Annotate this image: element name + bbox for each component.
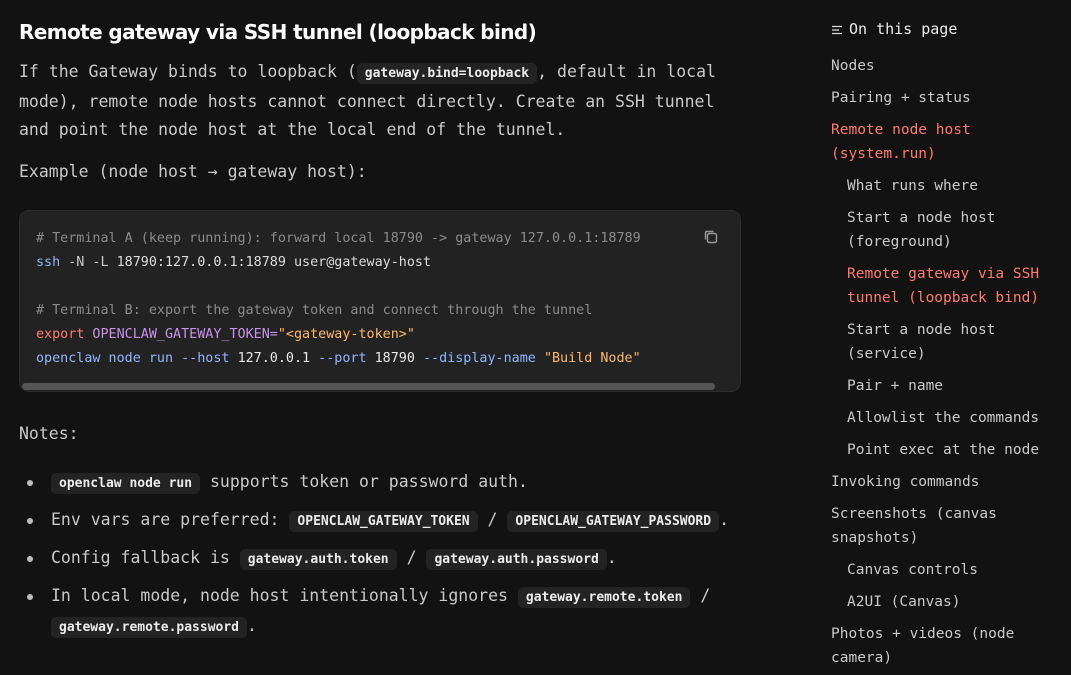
note-text: . [719,510,730,529]
code-comment: # Terminal B: export the gateway token a… [36,303,593,318]
toc-link-photos-videos[interactable]: Photos + videos (node camera) [831,622,1031,670]
toc-link-canvas-controls[interactable]: Canvas controls [847,558,1056,582]
code-content[interactable]: # Terminal A (keep running): forward loc… [36,227,676,371]
toc-link-start-node-host-foreground[interactable]: Start a node host (foreground) [847,206,1007,254]
code-comment: # Terminal A (keep running): forward loc… [36,231,641,246]
list-item: openclaw node run supports token or pass… [19,468,741,498]
inline-code: openclaw node run [51,473,201,494]
bullet [27,480,33,486]
toc-heading-label: On this page [849,20,958,38]
toc-link-what-runs-where[interactable]: What runs where [847,174,1056,198]
list-icon [832,25,842,35]
code-line: # Terminal B: export the gateway token a… [36,299,676,323]
code-string: "Build Node" [543,351,641,366]
toc-link-point-exec[interactable]: Point exec at the node [847,438,1056,462]
code-line: # Terminal A (keep running): forward loc… [36,227,676,251]
notes-list: openclaw node run supports token or pass… [19,468,741,650]
section-title: Remote gateway via SSH tunnel (loopback … [19,20,537,44]
code-string: "<gateway-token>" [277,327,415,342]
toc-link-pairing-status[interactable]: Pairing + status [831,86,1056,110]
toc-link-remote-node-host[interactable]: Remote node host (system.run) [831,118,981,166]
inline-code: gateway.remote.password [51,617,248,638]
code-flag: --port [310,351,375,366]
code-line: openclaw node run --host 127.0.0.1 --por… [36,347,676,371]
inline-code: gateway.auth.token [239,549,397,570]
toc-link-remote-gateway-ssh[interactable]: Remote gateway via SSH tunnel (loopback … [847,262,1056,310]
code-target: 18790:127.0.0.1:18789 user@gateway-host [116,255,432,270]
code-block: # Terminal A (keep running): forward loc… [19,210,741,392]
code-line: export OPENCLAW_GATEWAY_TOKEN="<gateway-… [36,323,676,347]
inline-code: gateway.auth.password [426,549,607,570]
inline-code: OPENCLAW_GATEWAY_TOKEN [289,511,478,532]
toc-link-nodes[interactable]: Nodes [831,54,1056,78]
code-variable: OPENCLAW_GATEWAY_TOKEN= [84,327,278,342]
bullet [27,518,33,524]
horizontal-scrollbar[interactable] [22,383,715,390]
inline-code: gateway.bind=loopback [356,63,538,84]
note-text: . [606,548,617,567]
note-text: / [690,586,711,605]
code-host: 127.0.0.1 [237,351,311,366]
list-item: Config fallback is gateway.auth.token / … [19,544,741,574]
note-text: In local mode, node host intentionally i… [51,586,518,605]
code-args: -N -L [60,255,117,270]
toc-link-pair-name[interactable]: Pair + name [847,374,1056,398]
notes-heading: Notes: [19,424,79,443]
copy-button[interactable] [702,228,720,246]
inline-code: gateway.remote.token [517,587,691,608]
toc-link-invoking-commands[interactable]: Invoking commands [831,470,1056,494]
code-command: openclaw [36,351,101,366]
note-text: supports token or password auth. [200,472,528,491]
toc-heading: On this page [831,20,957,38]
list-item: In local mode, node host intentionally i… [19,582,741,642]
toc-link-allowlist-commands[interactable]: Allowlist the commands [847,406,1056,430]
toc-link-start-node-host-service[interactable]: Start a node host (service) [847,318,1007,366]
code-flag: --display-name [414,351,544,366]
bullet [27,594,33,600]
note-text: Env vars are preferred: [51,510,290,529]
copy-icon [704,230,718,244]
note-text: Config fallback is [51,548,240,567]
toc-link-a2ui-canvas[interactable]: A2UI (Canvas) [847,590,1056,614]
example-label: Example (node host → gateway host): [19,162,367,181]
code-keyword: export [36,327,85,342]
inline-code: OPENCLAW_GATEWAY_PASSWORD [507,511,720,532]
intro-text-pre: If the Gateway binds to loopback ( [19,62,357,81]
code-subcommand: node run --host [100,351,238,366]
code-command: ssh [36,255,61,270]
intro-paragraph: If the Gateway binds to loopback (gatewa… [19,58,741,144]
note-text: . [247,616,257,635]
code-line: ssh -N -L 18790:127.0.0.1:18789 user@gat… [36,251,676,275]
note-text: / [396,548,427,567]
list-item: Env vars are preferred: OPENCLAW_GATEWAY… [19,506,741,536]
bullet [27,556,33,562]
code-port: 18790 [374,351,415,366]
note-text: / [477,510,508,529]
toc-link-screenshots[interactable]: Screenshots (canvas snapshots) [831,502,1006,550]
